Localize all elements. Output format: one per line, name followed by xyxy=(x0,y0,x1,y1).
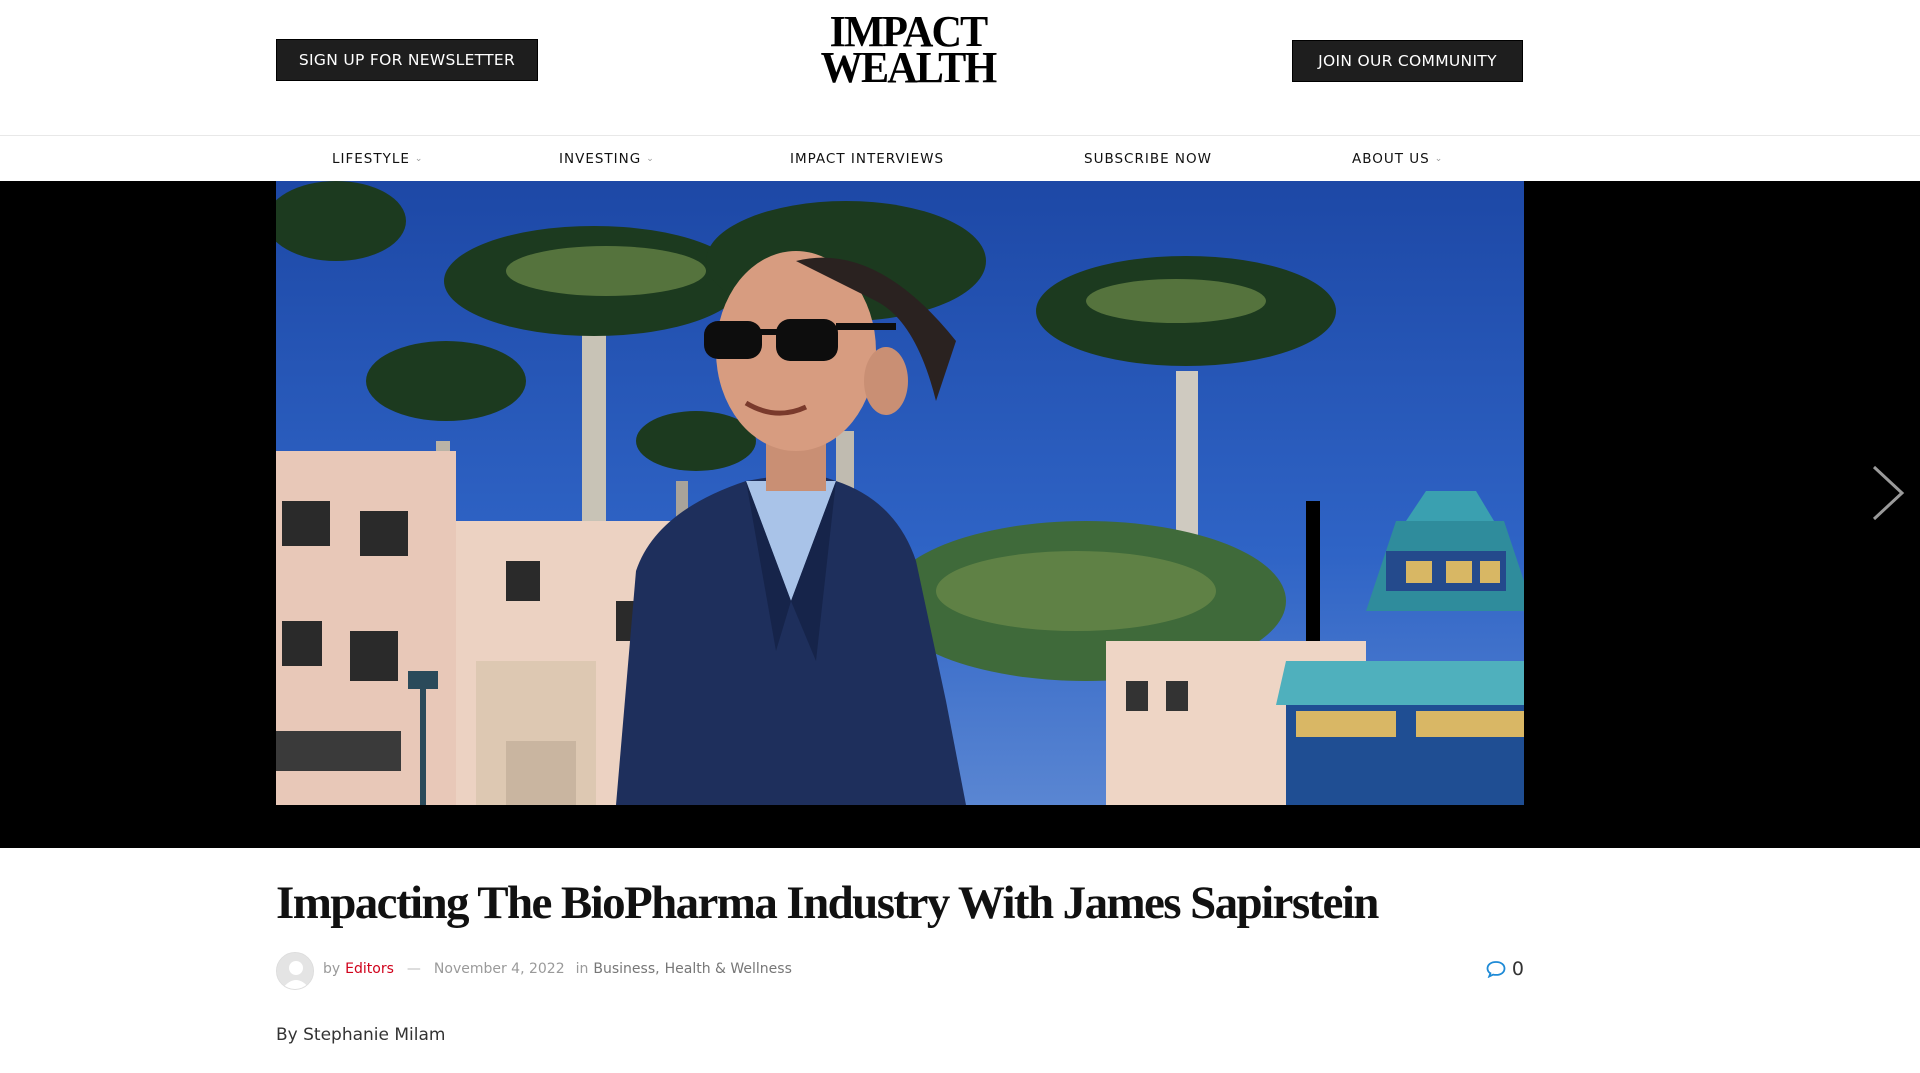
nav-item-about-us[interactable]: ABOUT US ⌄ xyxy=(1352,136,1443,182)
user-icon xyxy=(277,953,313,989)
category-link-business[interactable]: Business, xyxy=(593,961,659,977)
nav-item-label: ABOUT US xyxy=(1352,151,1430,167)
comments-link[interactable]: 0 xyxy=(1486,958,1524,980)
nav-item-subscribe-now[interactable]: SUBSCRIBE NOW xyxy=(1084,136,1212,182)
nav-item-label: SUBSCRIBE NOW xyxy=(1084,151,1212,167)
meta-line: by Editors — November 4, 2022 in Busines… xyxy=(323,961,792,977)
chevron-down-icon: ⌄ xyxy=(646,154,655,164)
category-link-health-wellness[interactable]: Health & Wellness xyxy=(665,961,792,977)
nav-item-label: INVESTING xyxy=(559,151,642,167)
hero-photo-illustration xyxy=(276,181,1524,805)
category-separator: , xyxy=(655,961,660,977)
newsletter-signup-button[interactable]: SIGN UP FOR NEWSLETTER xyxy=(276,39,538,81)
chevron-right-icon[interactable] xyxy=(1868,463,1908,523)
author-link[interactable]: Editors xyxy=(345,961,394,977)
comment-icon xyxy=(1486,961,1506,978)
publish-date: November 4, 2022 xyxy=(433,961,565,977)
article-title: Impacting The BioPharma Industry With Ja… xyxy=(276,877,1379,929)
meta-separator: — xyxy=(406,961,421,977)
author-avatar[interactable] xyxy=(276,952,314,990)
nav-item-lifestyle[interactable]: LIFESTYLE ⌄ xyxy=(332,136,423,182)
nav-item-label: IMPACT INTERVIEWS xyxy=(790,151,945,167)
site-header: SIGN UP FOR NEWSLETTER IMPACT WEALTH JOI… xyxy=(0,0,1920,135)
nav-item-impact-interviews[interactable]: IMPACT INTERVIEWS xyxy=(790,136,944,182)
category-label: Business xyxy=(593,961,656,977)
by-label: by xyxy=(323,961,341,977)
main-navigation: LIFESTYLE ⌄ INVESTING ⌄ IMPACT INTERVIEW… xyxy=(0,135,1920,181)
chevron-down-icon: ⌄ xyxy=(1434,154,1444,164)
in-label: in xyxy=(575,961,589,977)
article-meta: by Editors — November 4, 2022 in Busines… xyxy=(276,952,1524,990)
comment-count: 0 xyxy=(1511,958,1524,980)
nav-item-investing[interactable]: INVESTING ⌄ xyxy=(559,136,655,182)
nav-item-label: LIFESTYLE xyxy=(332,151,410,167)
hero-image[interactable] xyxy=(276,181,1524,805)
site-logo[interactable]: IMPACT WEALTH xyxy=(802,10,1013,98)
join-community-button[interactable]: JOIN OUR COMMUNITY xyxy=(1292,40,1523,82)
article-byline: By Stephanie Milam xyxy=(276,1025,446,1045)
hero-slider xyxy=(0,181,1920,848)
chevron-down-icon: ⌄ xyxy=(414,154,424,164)
logo-line-2: WEALTH xyxy=(820,43,998,92)
